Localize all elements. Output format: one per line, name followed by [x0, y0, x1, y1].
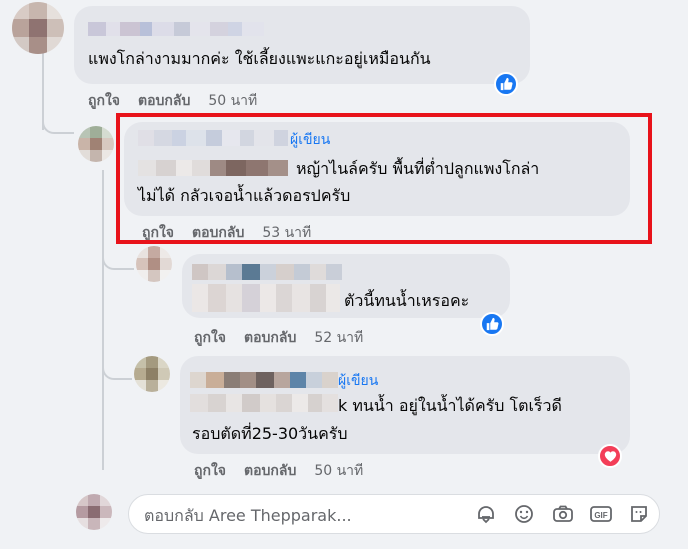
thread-curve-c2: [42, 100, 74, 134]
comment-text-line-2: รอบตัดที่25-30วันครับ: [192, 424, 348, 443]
comment-text: แพงโกล่างามมากค่ะ ใช้เลี้ยงแพะแกะอยู่เหม…: [88, 49, 431, 68]
timestamp[interactable]: 50 นาที: [314, 460, 363, 482]
reply-button[interactable]: ตอบกลับ: [138, 90, 190, 112]
sticker-icon[interactable]: [474, 502, 498, 526]
camera-icon[interactable]: [551, 502, 575, 526]
thread-line-c2: [102, 170, 104, 470]
comment-actions: ถูกใจ ตอบกลับ 50 นาที: [194, 460, 363, 482]
comment-text: ตัวนี้ทนน้ำเหรอคะ: [344, 291, 470, 310]
author-badge: ผู้เขียน: [338, 373, 379, 389]
comment-actions: ถูกใจ ตอบกลับ 50 นาที: [88, 90, 257, 112]
avatar[interactable]: [134, 356, 170, 392]
thread-curve-c4: [102, 350, 132, 380]
emoji-icon[interactable]: [512, 502, 536, 526]
highlight-box: [116, 113, 652, 244]
commenter-name[interactable]: [88, 22, 288, 36]
comment-text-line-1: k ทนน้ำ อยู่ในน้ำได้ครับ โตเร็วดี: [338, 396, 562, 415]
like-button[interactable]: ถูกใจ: [194, 327, 226, 349]
thumbs-up-icon: [486, 317, 499, 331]
avatar[interactable]: [76, 494, 112, 530]
love-reaction[interactable]: [598, 444, 622, 468]
avatar[interactable]: [136, 246, 172, 282]
blurred-text: [192, 284, 340, 312]
avatar-sticker-icon[interactable]: [627, 502, 651, 526]
like-button[interactable]: ถูกใจ: [194, 460, 226, 482]
commenter-name[interactable]: [190, 372, 338, 388]
thumbs-up-icon: [500, 77, 513, 91]
gif-icon[interactable]: GIF: [589, 502, 613, 526]
reply-button[interactable]: ตอบกลับ: [244, 327, 296, 349]
like-reaction[interactable]: [494, 72, 518, 96]
comment-bubble: [74, 6, 530, 84]
thread-curve-c3: [102, 240, 134, 270]
svg-text:GIF: GIF: [594, 511, 607, 520]
reply-button[interactable]: ตอบกลับ: [244, 460, 296, 482]
commenter-name[interactable]: [192, 264, 342, 280]
avatar[interactable]: [78, 126, 114, 162]
blurred-text: [190, 394, 338, 412]
avatar[interactable]: [12, 2, 64, 54]
like-reaction[interactable]: [480, 312, 504, 336]
heart-icon: [604, 450, 616, 462]
like-button[interactable]: ถูกใจ: [88, 90, 120, 112]
reply-placeholder: ตอบกลับ Aree Thepparak...: [144, 506, 352, 525]
comment-actions: ถูกใจ ตอบกลับ 52 นาที: [194, 327, 363, 349]
timestamp[interactable]: 52 นาที: [314, 327, 363, 349]
timestamp[interactable]: 50 นาที: [208, 90, 257, 112]
